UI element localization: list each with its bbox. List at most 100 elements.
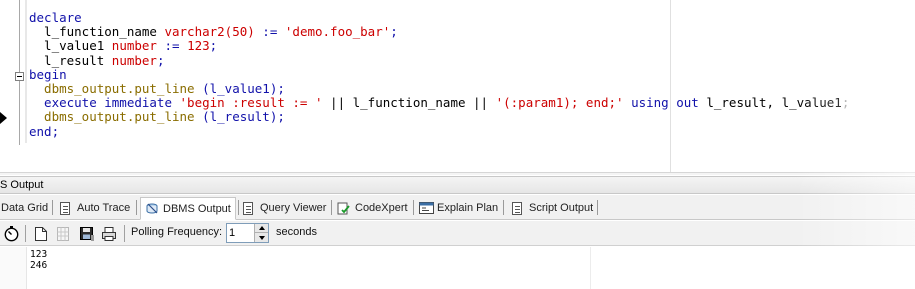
code-token: 123 — [187, 38, 210, 54]
arrow-up-icon — [258, 226, 265, 230]
tab-label: Query Viewer — [260, 202, 327, 214]
codexpert-icon — [337, 201, 351, 215]
output-text: 123 246 — [30, 249, 48, 271]
copy-output-button — [53, 224, 73, 243]
clear-output-button[interactable] — [31, 224, 51, 243]
toolbar-separator — [124, 225, 125, 242]
code-line[interactable]: l_result number; — [29, 52, 849, 68]
output-margin-line — [590, 247, 591, 289]
code-line[interactable]: l_value1 number := 123; — [29, 39, 849, 53]
editor-bottom-border — [0, 172, 915, 175]
toggle-polling-button[interactable] — [1, 224, 21, 243]
tab-explain-plan[interactable]: Explain Plan — [419, 197, 498, 219]
code-token: ; — [156, 52, 165, 68]
new-page-icon — [35, 226, 47, 241]
code-line[interactable]: dbms_output.put_line (l_value1); — [29, 80, 849, 96]
code-token: begin — [29, 66, 67, 82]
code-token: number — [111, 38, 157, 54]
print-output-button[interactable] — [99, 224, 119, 243]
code-line[interactable]: declare — [29, 10, 849, 25]
code-token: := — [254, 24, 285, 40]
spinner-down-button[interactable] — [255, 233, 268, 242]
polling-frequency-spinner[interactable] — [226, 223, 269, 243]
tab-dbms-output[interactable]: DBMS Output — [140, 197, 236, 220]
code-token: execute immediate — [29, 95, 180, 111]
code-token: 'begin :result := ' — [179, 95, 323, 111]
stopwatch-icon — [4, 226, 18, 242]
code-token: ; — [209, 38, 218, 54]
tab-label: Explain Plan — [437, 202, 499, 214]
tab-separator — [136, 200, 137, 215]
tab-codexpert[interactable]: CodeXpert — [337, 197, 408, 219]
right-margin-line — [670, 0, 671, 175]
page-icon — [243, 201, 253, 215]
current-line-arrow-icon — [0, 112, 7, 124]
output-gutter — [0, 247, 27, 289]
save-output-button[interactable] — [77, 224, 97, 243]
code-token: number — [111, 52, 157, 68]
code-token: := — [156, 38, 188, 54]
page-icon — [512, 201, 522, 215]
polling-frequency-label: Polling Frequency: — [131, 226, 223, 238]
tab-auto-trace[interactable]: Auto Trace — [60, 197, 130, 219]
sql-editor[interactable]: declare l_function_name varchar2(50) := … — [0, 0, 915, 175]
code-token: varchar2(50) — [164, 24, 255, 40]
tab-separator — [597, 200, 598, 215]
spinner-buttons — [254, 224, 268, 242]
tab-data-grid[interactable]: Data Grid — [1, 197, 48, 219]
tab-separator — [52, 200, 53, 215]
code-line[interactable]: begin — [29, 66, 849, 82]
code-token: '(:param1); end;' — [495, 95, 624, 111]
code-line[interactable]: dbms_output.put_line (l_result); — [29, 110, 849, 124]
page-icon — [60, 201, 70, 215]
code-area[interactable]: declare l_function_name varchar2(50) := … — [29, 10, 849, 139]
tab-label: Data Grid — [1, 202, 49, 214]
explain-plan-icon — [419, 201, 434, 215]
panel-title: S Output — [0, 176, 915, 194]
tab-label: Script Output — [529, 202, 594, 214]
code-line[interactable]: end; — [29, 123, 849, 139]
dbms-output-icon — [145, 202, 159, 216]
code-token: (l_result); — [202, 109, 285, 125]
disabled-grid-icon — [57, 226, 69, 241]
code-token: using out — [623, 95, 707, 111]
code-token: (l_value1); — [202, 80, 285, 96]
code-token: ; — [390, 24, 398, 40]
tab-script-output[interactable]: Script Output — [512, 197, 593, 219]
code-token: l_result, l_value1 — [706, 95, 842, 111]
code-token: l_value1 — [29, 38, 112, 54]
code-token: l_result — [29, 52, 112, 68]
code-token: dbms_output.put_line — [29, 109, 203, 125]
arrow-down-icon — [258, 235, 265, 240]
tab-separator — [503, 200, 504, 215]
tab-query-viewer[interactable]: Query Viewer — [243, 197, 326, 219]
tab-label: Auto Trace — [77, 202, 131, 214]
code-token: dbms_output.put_line — [29, 80, 203, 96]
code-token: end; — [29, 123, 60, 139]
code-line[interactable]: l_function_name varchar2(50) := 'demo.fo… — [29, 25, 849, 39]
tab-separator — [413, 200, 414, 215]
code-token: declare — [29, 10, 82, 25]
fold-collapse-icon[interactable] — [15, 72, 24, 81]
tab-separator — [331, 200, 332, 215]
change-bar — [25, 0, 27, 143]
code-line[interactable]: execute immediate 'begin :result := ' ||… — [29, 96, 849, 110]
output-toolbar: Polling Frequency: seconds — [0, 221, 915, 246]
panel-title-text: S Output — [0, 179, 44, 191]
output-tabs: Data Grid Auto Trace DBMS Output Query V… — [0, 195, 915, 220]
toolbar-separator — [25, 225, 26, 242]
code-token: ; — [841, 95, 850, 111]
code-token: || l_function_name || — [322, 95, 496, 111]
polling-frequency-input[interactable] — [229, 226, 255, 240]
spinner-up-button[interactable] — [255, 224, 268, 233]
editor-gutter — [0, 0, 15, 175]
tab-label: DBMS Output — [163, 202, 231, 215]
floppy-icon — [80, 226, 94, 241]
tab-label: CodeXpert — [355, 202, 408, 214]
polling-unit-label: seconds — [276, 226, 317, 238]
tab-separator — [238, 200, 239, 215]
dbms-output-area[interactable]: 123 246 — [0, 247, 915, 289]
code-token: l_function_name — [29, 24, 165, 40]
code-token: 'demo.foo_bar' — [284, 24, 391, 40]
printer-icon — [101, 226, 116, 241]
